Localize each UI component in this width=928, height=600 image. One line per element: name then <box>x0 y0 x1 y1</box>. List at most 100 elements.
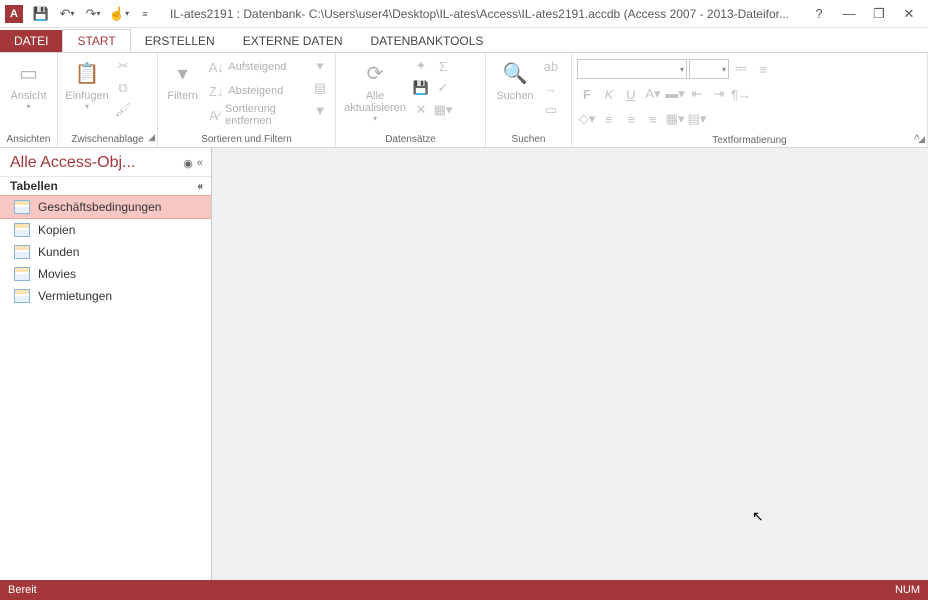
table-icon <box>14 245 30 259</box>
undo-icon[interactable]: ↶▾ <box>56 3 78 25</box>
sort-asc-icon: A↓ <box>208 59 224 75</box>
aufsteigend-button[interactable]: A↓Aufsteigend <box>206 56 308 78</box>
tab-datei[interactable]: DATEI <box>0 30 62 52</box>
align-left-icon[interactable]: ≡ <box>599 109 619 129</box>
quick-access-toolbar: 💾 ↶▾ ↷▾ ☝▾ ≡ <box>30 3 156 25</box>
tab-start[interactable]: START <box>62 29 130 52</box>
group-ansichten: ▭ Ansicht ▾ Ansichten <box>0 53 58 147</box>
align-center-icon[interactable]: ≡ <box>621 109 641 129</box>
nav-item-kopien[interactable]: Kopien <box>0 219 211 241</box>
nav-item-kunden[interactable]: Kunden <box>0 241 211 263</box>
group-label-ansichten: Ansichten <box>0 131 57 147</box>
ansicht-button[interactable]: ▭ Ansicht ▾ <box>5 56 52 113</box>
decrease-indent-icon[interactable]: ⇤ <box>687 84 707 104</box>
nav-item-label: Movies <box>38 267 76 281</box>
replace-icon[interactable]: ab <box>541 56 561 76</box>
group-label-sortieren: Sortieren und Filtern <box>158 131 335 147</box>
title-bar: A 💾 ↶▾ ↷▾ ☝▾ ≡ IL-ates2191 : Datenbank- … <box>0 0 928 28</box>
touch-mode-icon[interactable]: ☝▾ <box>108 3 130 25</box>
suchen-label: Suchen <box>496 90 533 102</box>
italic-icon[interactable]: K <box>599 84 619 104</box>
alt-row-color-icon[interactable]: ▤▾ <box>687 109 707 129</box>
document-area: ↖ <box>212 148 928 580</box>
more-records-icon[interactable]: ▦▾ <box>433 100 453 120</box>
absteigend-button[interactable]: Z↓Absteigend <box>206 80 308 102</box>
save-record-icon[interactable]: 💾 <box>411 78 431 98</box>
nav-item-label: Kopien <box>38 223 75 237</box>
format-painter-icon[interactable]: 🖌 <box>113 100 133 120</box>
toggle-filter-icon[interactable]: ▼ <box>310 100 330 120</box>
nav-item-label: Kunden <box>38 245 79 259</box>
advanced-filter-icon[interactable]: ▤ <box>310 78 330 98</box>
copy-icon[interactable]: ⧉ <box>113 78 133 98</box>
filtern-button[interactable]: ▾ Filtern <box>163 56 202 104</box>
group-datensaetze: ⟳ Alle aktualisieren ▾ ✦ 💾 ✕ Σ ✓ ▦▾ Date… <box>336 53 486 147</box>
highlight-icon[interactable]: ▬▾ <box>665 84 685 104</box>
redo-icon[interactable]: ↷▾ <box>82 3 104 25</box>
navigation-pane-title: Alle Access-Obj... <box>10 154 135 172</box>
nav-collapse-icon[interactable]: « <box>197 157 203 169</box>
sortierung-entfernen-button[interactable]: A⁄Sortierung entfernen <box>206 104 308 126</box>
group-label-textformatierung: Textformatierung◢ <box>572 133 927 147</box>
numbering-icon[interactable]: ≡ <box>753 59 773 79</box>
totals-icon[interactable]: Σ <box>433 56 453 76</box>
einfuegen-button[interactable]: 📋 Einfügen ▾ <box>63 56 111 113</box>
find-icon: 🔍 <box>500 58 530 88</box>
align-right-icon[interactable]: ≡ <box>643 109 663 129</box>
gridlines-icon[interactable]: ▦▾ <box>665 109 685 129</box>
qat-customize-icon[interactable]: ≡ <box>134 3 156 25</box>
ribbon: ▭ Ansicht ▾ Ansichten 📋 Einfügen ▾ ✂ ⧉ 🖌… <box>0 52 928 148</box>
status-bar: Bereit NUM <box>0 580 928 600</box>
einfuegen-label: Einfügen <box>65 90 108 102</box>
navigation-pane-header[interactable]: Alle Access-Obj... ◉ « <box>0 148 211 176</box>
cut-icon[interactable]: ✂ <box>113 56 133 76</box>
nav-item-vermietungen[interactable]: Vermietungen <box>0 285 211 307</box>
sort-desc-icon: Z↓ <box>208 83 224 99</box>
group-label-suchen: Suchen <box>486 131 571 147</box>
tab-externe-daten[interactable]: EXTERNE DATEN <box>229 30 357 52</box>
restore-icon[interactable]: ❐ <box>866 4 892 24</box>
font-size-dropdown[interactable] <box>689 59 729 79</box>
filter-icon: ▾ <box>168 58 198 88</box>
spelling-icon[interactable]: ✓ <box>433 78 453 98</box>
help-icon[interactable]: ? <box>806 4 832 24</box>
paste-icon: 📋 <box>72 58 102 88</box>
bold-icon[interactable]: F <box>577 84 597 104</box>
nav-item-movies[interactable]: Movies <box>0 263 211 285</box>
group-suchen: 🔍 Suchen ab → ▭ Suchen <box>486 53 572 147</box>
suchen-button[interactable]: 🔍 Suchen <box>491 56 539 104</box>
ltr-icon[interactable]: ¶→ <box>731 84 751 104</box>
section-collapse-icon[interactable]: « <box>197 181 203 192</box>
app-icon: A <box>5 5 23 23</box>
tab-erstellen[interactable]: ERSTELLEN <box>131 30 229 52</box>
table-icon <box>14 223 30 237</box>
tab-datenbanktools[interactable]: DATENBANKTOOLS <box>357 30 498 52</box>
nav-section-tabellen[interactable]: Tabellen « <box>0 176 211 195</box>
save-icon[interactable]: 💾 <box>30 3 52 25</box>
ribbon-tabs: DATEI START ERSTELLEN EXTERNE DATEN DATE… <box>0 28 928 52</box>
dialog-launcher-icon[interactable]: ◢ <box>148 132 155 143</box>
group-textformatierung: ≔ ≡ F K U A▾ ▬▾ ⇤ ⇥ ¶→ ◇▾ ≡ ≡ ≡ ▦▾ ▤▾ <box>572 53 928 147</box>
nav-dropdown-icon[interactable]: ◉ <box>183 157 193 170</box>
nav-item-label: Geschäftsbedingungen <box>38 200 161 214</box>
collapse-ribbon-icon[interactable]: ˄ <box>914 132 920 144</box>
delete-record-icon[interactable]: ✕ <box>411 100 431 120</box>
alle-aktualisieren-button[interactable]: ⟳ Alle aktualisieren ▾ <box>341 56 409 125</box>
select-icon[interactable]: ▭ <box>541 100 561 120</box>
font-color-icon[interactable]: A▾ <box>643 84 663 104</box>
nav-item-geschaeftsbedingungen[interactable]: Geschäftsbedingungen <box>0 195 211 219</box>
bullets-icon[interactable]: ≔ <box>731 59 751 79</box>
remove-sort-icon: A⁄ <box>208 107 221 123</box>
close-icon[interactable]: ✕ <box>896 4 922 24</box>
underline-icon[interactable]: U <box>621 84 641 104</box>
increase-indent-icon[interactable]: ⇥ <box>709 84 729 104</box>
aktualisieren-label: Alle aktualisieren <box>341 90 409 114</box>
goto-icon[interactable]: → <box>541 78 561 98</box>
group-zwischenablage: 📋 Einfügen ▾ ✂ ⧉ 🖌 Zwischenablage◢ <box>58 53 158 147</box>
fill-color-icon[interactable]: ◇▾ <box>577 109 597 129</box>
selection-filter-icon[interactable]: ▾ <box>310 56 330 76</box>
font-name-dropdown[interactable] <box>577 59 687 79</box>
nav-section-label: Tabellen <box>10 179 58 193</box>
new-record-icon[interactable]: ✦ <box>411 56 431 76</box>
minimize-icon[interactable]: — <box>836 4 862 24</box>
